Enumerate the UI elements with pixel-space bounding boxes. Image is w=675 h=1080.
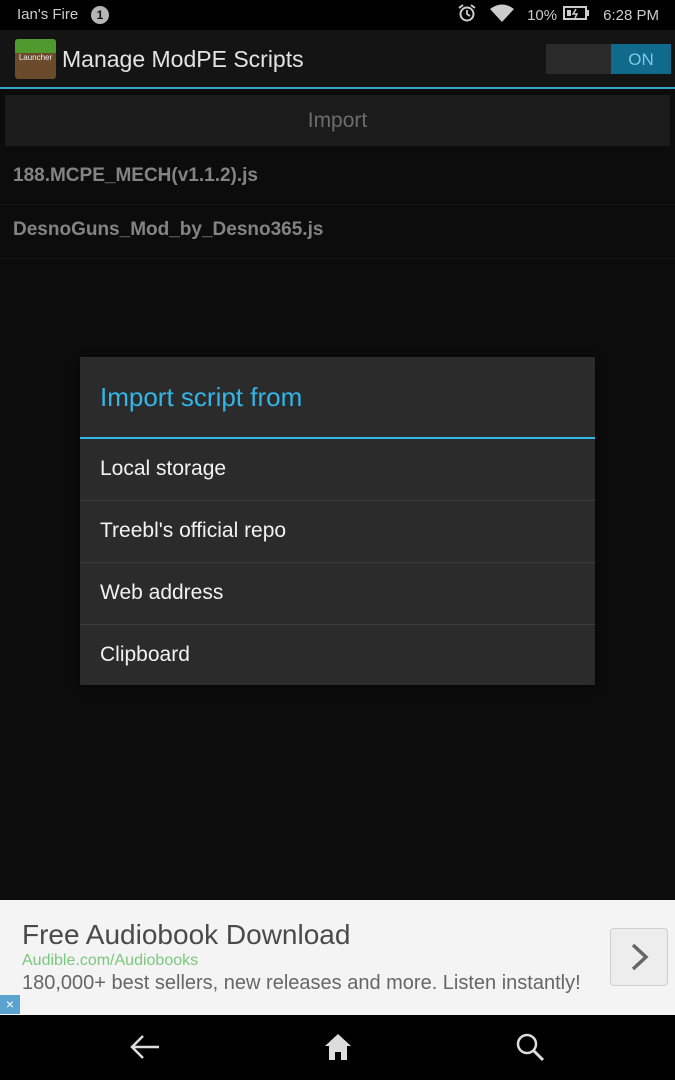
grass-block-graphic: [15, 39, 56, 53]
option-label: Local storage: [100, 457, 227, 480]
option-local-storage[interactable]: Local storage: [80, 439, 595, 501]
option-official-repo[interactable]: Treebl's official repo: [80, 501, 595, 563]
status-bar: Ian's Fire 1 10% 6:28 PM: [0, 0, 675, 30]
option-label: Clipboard: [100, 643, 190, 666]
battery-icon: [563, 5, 591, 25]
ad-description: 180,000+ best sellers, new releases and …: [22, 972, 581, 994]
dialog-title: Import script from: [100, 382, 303, 412]
option-clipboard[interactable]: Clipboard: [80, 625, 595, 686]
import-dialog: Import script from Local storage Treebl'…: [80, 357, 595, 685]
alarm-icon: [457, 3, 477, 27]
app-icon[interactable]: Launcher: [15, 39, 56, 79]
notification-badge: 1: [91, 6, 109, 24]
chevron-right-icon: [627, 942, 651, 977]
option-label: Web address: [100, 581, 224, 604]
page-title: Manage ModPE Scripts: [62, 46, 304, 72]
home-icon: [318, 1034, 358, 1069]
back-icon: [125, 1035, 165, 1069]
status-indicators: 10% 6:28 PM: [457, 3, 659, 27]
ad-close-button[interactable]: ×: [0, 995, 20, 1014]
home-button[interactable]: [318, 1029, 358, 1065]
clock: 6:28 PM: [603, 6, 659, 24]
navigation-bar: [0, 1015, 675, 1080]
search-button[interactable]: [510, 1029, 550, 1065]
toggle-on-label[interactable]: ON: [611, 44, 671, 74]
ad-banner[interactable]: Free Audiobook Download Audible.com/Audi…: [0, 900, 675, 1015]
ad-title[interactable]: Free Audiobook Download: [22, 919, 350, 951]
back-button[interactable]: [125, 1029, 165, 1065]
app-icon-label: Launcher: [18, 53, 53, 62]
wifi-icon: [489, 3, 515, 27]
device-name: Ian's Fire: [17, 6, 79, 23]
option-web-address[interactable]: Web address: [80, 563, 595, 625]
battery-percent: 10%: [527, 6, 558, 24]
option-label: Treebl's official repo: [100, 519, 287, 542]
ad-url[interactable]: Audible.com/Audiobooks: [22, 952, 198, 970]
search-icon: [510, 1033, 550, 1069]
ad-open-button[interactable]: [610, 928, 668, 986]
